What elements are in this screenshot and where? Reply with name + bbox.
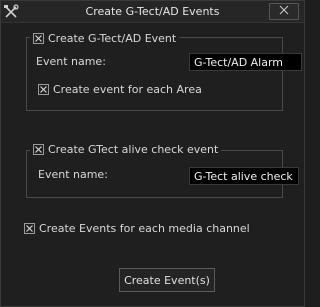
media-channel-checkbox[interactable] <box>24 222 35 234</box>
alive-event-name-label: Event name: <box>38 167 108 181</box>
window-title: Create G-Tect/AD Events <box>85 5 220 18</box>
close-button[interactable] <box>269 3 299 20</box>
gtect-ad-group <box>26 37 283 111</box>
create-events-dialog: Create G-Tect/AD Events Create G-Tect/AD… <box>0 0 305 307</box>
create-alive-check-label[interactable]: Create GTect alive check event <box>48 143 218 156</box>
create-alive-check-checkbox[interactable] <box>33 143 44 155</box>
per-area-row: Create event for each Area <box>38 82 202 96</box>
create-events-button[interactable]: Create Event(s) <box>119 268 215 292</box>
title-bar[interactable]: Create G-Tect/AD Events <box>1 1 304 23</box>
media-channel-row: Create Events for each media channel <box>24 221 250 235</box>
gtect-ad-event-name-row: Event name: <box>36 54 106 68</box>
alive-event-name-row: Event name: <box>38 167 108 181</box>
per-area-checkbox[interactable] <box>38 83 49 95</box>
alive-event-name-field[interactable]: G-Tect alive check <box>189 167 299 185</box>
media-channel-label[interactable]: Create Events for each media channel <box>39 222 250 235</box>
close-icon <box>279 5 289 18</box>
create-gtect-ad-checkbox[interactable] <box>33 32 44 44</box>
event-name-label: Event name: <box>36 54 106 68</box>
create-gtect-ad-label[interactable]: Create G-Tect/AD Event <box>48 32 176 45</box>
gtect-ad-group-header: Create G-Tect/AD Event <box>30 31 180 45</box>
alive-check-group-header: Create GTect alive check event <box>30 142 222 156</box>
gtect-ad-event-name-field[interactable]: G-Tect/AD Alarm <box>189 53 302 71</box>
per-area-label[interactable]: Create event for each Area <box>53 83 202 96</box>
